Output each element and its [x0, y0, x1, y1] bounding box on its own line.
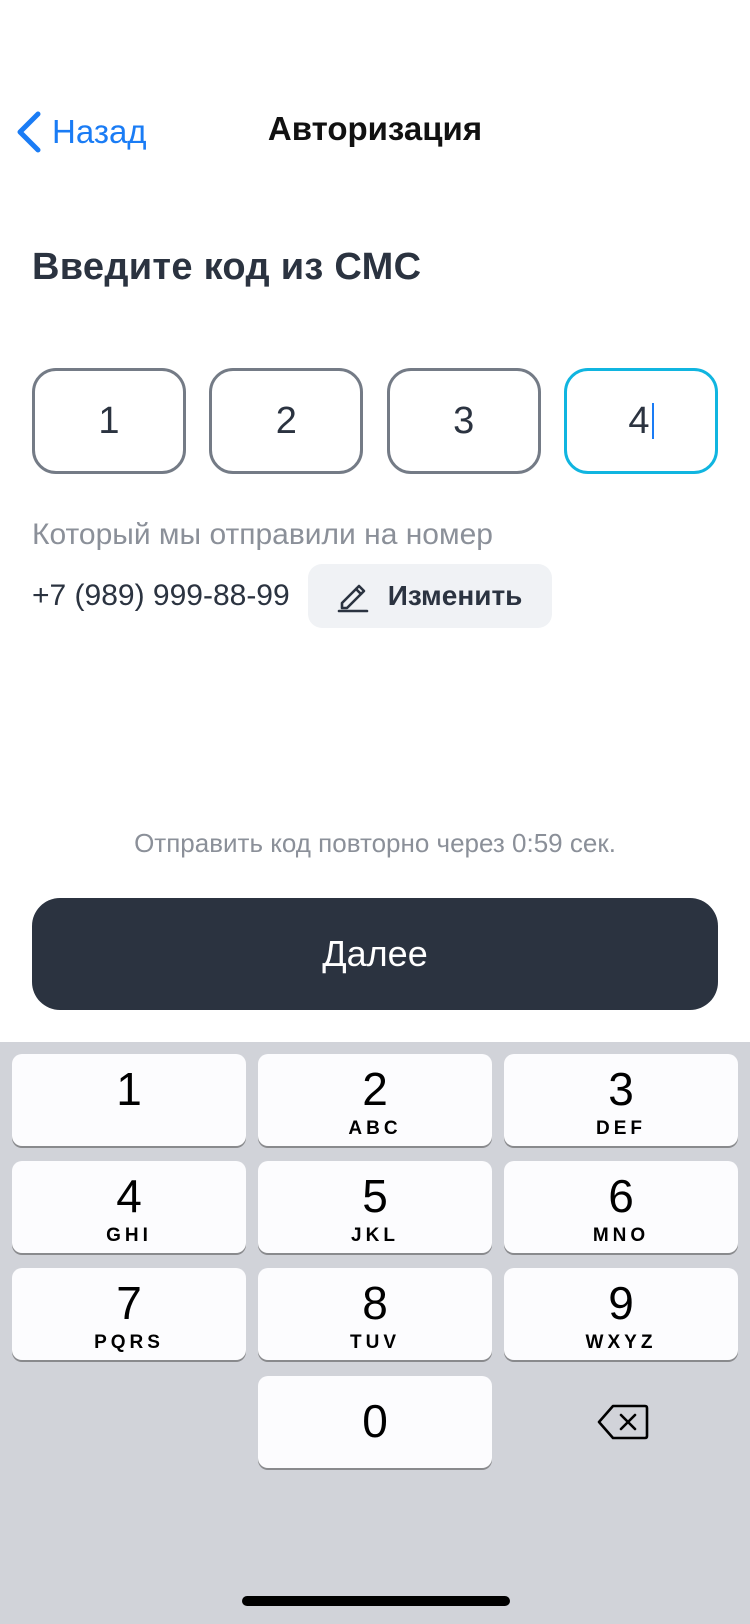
home-indicator [242, 1596, 510, 1606]
keypad-key-4[interactable]: 4 GHI [12, 1161, 246, 1253]
key-letters: GHI [106, 1225, 152, 1246]
key-digit: 3 [608, 1063, 634, 1115]
keypad-delete-key[interactable] [506, 1376, 740, 1468]
key-digit: 6 [608, 1170, 634, 1222]
keypad-key-9[interactable]: 9 WXYZ [504, 1268, 738, 1360]
key-digit: 2 [362, 1063, 388, 1115]
code-heading: Введите код из СМС [32, 246, 422, 288]
change-number-button[interactable]: Изменить [307, 564, 553, 628]
resend-timer: Отправить код повторно через 0:59 сек. [134, 828, 616, 858]
code-digit-2[interactable]: 2 [209, 368, 364, 474]
key-letters: ABC [348, 1118, 402, 1139]
phone-number: +7 (989) 999-88-99 [32, 579, 290, 612]
phone-row: +7 (989) 999-88-99 Изменить [32, 564, 553, 628]
key-letters: TUV [350, 1332, 400, 1353]
key-letters: DEF [596, 1118, 646, 1139]
page-title: Авторизация [267, 110, 483, 147]
keypad-key-7[interactable]: 7 PQRS [12, 1268, 246, 1360]
change-number-label: Изменить [387, 580, 523, 611]
code-digit-value: 3 [453, 399, 475, 442]
key-letters: WXYZ [585, 1332, 657, 1353]
code-digit-1[interactable]: 1 [32, 368, 186, 474]
pencil-icon [337, 584, 368, 613]
code-digit-3[interactable]: 3 [386, 368, 541, 474]
key-letters: JKL [351, 1225, 399, 1246]
code-digit-4[interactable]: 4 [563, 368, 718, 474]
keypad-key-8[interactable]: 8 TUV [258, 1268, 492, 1360]
navigation-bar: Назад Авторизация [0, 96, 750, 168]
keypad-key-2[interactable]: 2 ABC [258, 1054, 492, 1146]
keypad-key-0[interactable]: 0 [258, 1376, 492, 1468]
keypad-key-1[interactable]: 1 [12, 1054, 246, 1146]
code-digit-value: 4 [628, 399, 650, 442]
text-cursor [651, 403, 654, 439]
next-button[interactable]: Далее [32, 898, 718, 1010]
key-letters: PQRS [94, 1332, 164, 1353]
keypad-key-3[interactable]: 3 DEF [504, 1054, 738, 1146]
key-digit: 4 [116, 1170, 142, 1222]
sms-code-input: 1 2 3 4 [32, 368, 718, 474]
key-letters: MNO [592, 1225, 650, 1246]
sent-to-caption: Который мы отправили на номер [32, 518, 493, 551]
key-digit: 0 [362, 1395, 388, 1447]
code-digit-value: 2 [275, 399, 297, 442]
key-digit: 1 [116, 1063, 142, 1115]
key-digit: 9 [608, 1277, 634, 1329]
numeric-keypad: 1 2 ABC 3 DEF 4 GHI 5 JKL 6 MNO 7 PQRS 8… [0, 1042, 750, 1624]
key-digit: 8 [362, 1277, 388, 1329]
key-digit: 7 [116, 1277, 142, 1329]
keypad-key-6[interactable]: 6 MNO [504, 1161, 738, 1253]
code-digit-value: 1 [98, 399, 120, 442]
backspace-icon [597, 1404, 649, 1440]
key-digit: 5 [362, 1170, 388, 1222]
keypad-key-5[interactable]: 5 JKL [258, 1161, 492, 1253]
next-button-label: Далее [322, 933, 428, 974]
